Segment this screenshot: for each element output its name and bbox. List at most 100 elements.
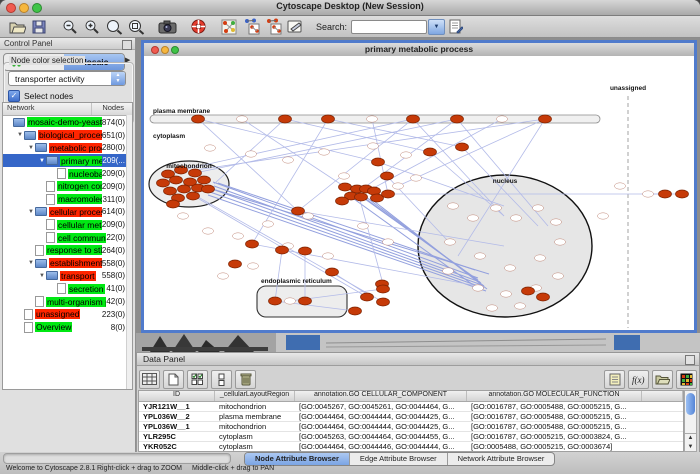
open-session-button[interactable] — [6, 17, 28, 36]
node-color-select[interactable]: transporter activity ▲▼ — [8, 71, 126, 86]
expand-arrow-icon[interactable]: ▼ — [27, 209, 35, 215]
unselect-all-attributes-button[interactable] — [211, 370, 232, 389]
select-all-attributes-button[interactable] — [187, 370, 208, 389]
tree-row-macromolecule[interactable]: macromolecule311(0) — [3, 193, 132, 206]
table-scrollbar-arrows[interactable]: ▲▼ — [685, 433, 696, 452]
attribute-table: ID_cellularLayoutRegionannotation.GO CEL… — [138, 390, 684, 452]
network-window-title: primary metabolic process — [144, 44, 694, 54]
zoom-out-button[interactable] — [59, 17, 81, 36]
expand-arrow-icon[interactable]: ▼ — [27, 145, 35, 151]
attribute-table-header[interactable]: ID_cellularLayoutRegionannotation.GO CEL… — [139, 391, 683, 402]
tree-row-cellular-metabol[interactable]: cellular metabol209(0) — [3, 218, 132, 231]
apply-layout-button[interactable] — [240, 17, 262, 36]
tree-row-establishment-of-lo[interactable]: ▼establishment of lo558(0) — [3, 257, 132, 270]
expand-arrow-icon[interactable]: ▼ — [38, 273, 46, 279]
status-welcome: Welcome to Cytoscape 2.8.1 — [6, 465, 95, 472]
tree-row-label: response to stimulu — [46, 245, 102, 255]
tab-edge-attribute-browser[interactable]: Edge Attribute Browser — [350, 453, 448, 465]
annotations-button[interactable] — [284, 17, 306, 36]
file-icon — [46, 232, 55, 243]
desktop-area: primary metabolic process plasma membran… — [136, 38, 700, 352]
tree-row-cellular-process[interactable]: ▼cellular process614(0) — [3, 206, 132, 219]
network-canvas[interactable]: plasma membrane cytoplasm mitochondrion … — [144, 56, 694, 330]
folder-icon — [24, 131, 36, 140]
tree-row-biological-process[interactable]: ▼biological_process651(0) — [3, 129, 132, 142]
table-row-YKR052C[interactable]: YKR052Ccytoplasm[GO:0044464, GO:0044446,… — [139, 442, 683, 452]
trash-icon — [240, 372, 252, 386]
cytoscape-window: Cytoscape Desktop (New Session) Search: … — [0, 0, 700, 474]
table-row-YJR121W__1[interactable]: YJR121W__1mitochondrion[GO:0045267, GO:0… — [139, 402, 683, 412]
table-row-YLR295C[interactable]: YLR295Ccytoplasm[GO:0045263, GO:0044464,… — [139, 432, 683, 442]
destroy-network-view-button[interactable] — [262, 17, 284, 36]
zoom-out-icon — [62, 19, 78, 35]
folder-icon — [35, 143, 47, 152]
zoom-fit-button[interactable] — [103, 17, 125, 36]
tab-network-attribute-browser[interactable]: Network Attribute Browser — [448, 453, 555, 465]
tree-row-multi-organism-pro[interactable]: multi-organism pro42(0) — [3, 295, 132, 308]
notepad-icon — [609, 373, 621, 386]
expand-arrow-icon[interactable]: ▼ — [16, 132, 24, 138]
tree-row-label: establishment of lo — [49, 258, 102, 268]
expand-arrow-icon[interactable]: ▼ — [27, 260, 35, 266]
table-scrollbar-thumb[interactable] — [686, 393, 695, 415]
network-window-titlebar[interactable]: primary metabolic process — [144, 43, 694, 57]
tree-row-label: macromolecule — [57, 194, 102, 204]
column-header-2[interactable]: _cellularLayoutRegion — [215, 391, 295, 401]
tab-node-attribute-browser[interactable]: Node Attribute Browser — [245, 453, 350, 465]
nucleus-label: nucleus — [493, 178, 518, 185]
column-header-1[interactable]: ID — [139, 391, 215, 401]
export-image-button[interactable] — [156, 17, 178, 36]
tree-row-response-to-stimulu[interactable]: response to stimulu264(0) — [3, 244, 132, 257]
new-attribute-button[interactable] — [163, 370, 184, 389]
expand-arrow-icon[interactable]: ▼ — [38, 158, 46, 164]
save-session-button[interactable] — [28, 17, 50, 36]
column-filler[interactable] — [642, 391, 683, 401]
camera-icon — [158, 20, 177, 34]
import-attributes-button[interactable] — [652, 370, 673, 389]
save-icon — [32, 20, 46, 34]
cell: YKR052C — [139, 442, 215, 451]
tree-row-nucleobase-[interactable]: nucleobase-209(0) — [3, 167, 132, 180]
zoom-selected-button[interactable] — [125, 17, 147, 36]
column-header-4[interactable]: annotation.GO MOLECULAR_FUNCTION — [467, 391, 642, 401]
function-builder-button[interactable]: f(x) — [628, 370, 649, 389]
tree-row-label: cellular process — [49, 207, 102, 217]
data-panel-header: Data Panel — [137, 353, 699, 366]
file-icon — [35, 245, 44, 256]
search-dropdown-button[interactable]: ▼ — [428, 19, 445, 35]
select-nodes-checkbox[interactable]: ✓ — [8, 90, 20, 102]
help-button[interactable] — [187, 17, 209, 36]
tree-row-nitrogen-compo[interactable]: nitrogen compo209(0) — [3, 180, 132, 193]
control-panel-float-icon[interactable] — [122, 40, 132, 50]
cell: YLR295C — [139, 432, 215, 441]
create-network-view-button[interactable] — [218, 17, 240, 36]
tree-row-mosaic-demo-yeast[interactable]: mosaic-demo-yeast874(0) — [3, 116, 132, 129]
tree-scrollbar[interactable] — [126, 115, 132, 389]
file-icon — [46, 181, 55, 192]
attribute-notes-button[interactable] — [604, 370, 625, 389]
cell: plasma membrane — [215, 412, 295, 421]
zoom-in-button[interactable] — [81, 17, 103, 36]
data-panel-float-icon[interactable] — [685, 355, 695, 365]
tree-row-transport[interactable]: ▼transport558(0) — [3, 270, 132, 283]
table-scrollbar[interactable]: ▲▼ — [684, 390, 697, 452]
attribute-table-button[interactable] — [139, 370, 160, 389]
table-row-YPL036W__1[interactable]: YPL036W__1mitochondrion[GO:0044464, GO:0… — [139, 422, 683, 432]
tree-row-primary-metabo[interactable]: ▼primary metabo209(... — [3, 154, 132, 167]
search-input[interactable] — [351, 20, 427, 34]
tree-row-unassigned[interactable]: unassigned223(0) — [3, 308, 132, 321]
column-header-3[interactable]: annotation.GO CELLULAR_COMPONENT — [295, 391, 467, 401]
tree-row-cell-communicat[interactable]: cell communicat22(0) — [3, 231, 132, 244]
table-row-YPL036W__2[interactable]: YPL036W__2plasma membrane[GO:0044464, GO… — [139, 412, 683, 422]
delete-attribute-button[interactable] — [235, 370, 256, 389]
svg-text:f(x): f(x) — [632, 375, 645, 385]
endoplasmic-reticulum-label: endoplasmic reticulum — [261, 278, 332, 285]
folder-icon — [46, 271, 58, 280]
tree-row-metabolic-process[interactable]: ▼metabolic process280(0) — [3, 142, 132, 155]
attribute-matrix-button[interactable] — [676, 370, 697, 389]
tree-row-secretion[interactable]: secretion41(0) — [3, 282, 132, 295]
folder-icon — [13, 118, 25, 127]
tree-row-overview[interactable]: Overview8(0) — [3, 321, 132, 334]
tree-row-label: cell communicat — [57, 233, 106, 243]
enhanced-search-button[interactable] — [445, 17, 467, 36]
